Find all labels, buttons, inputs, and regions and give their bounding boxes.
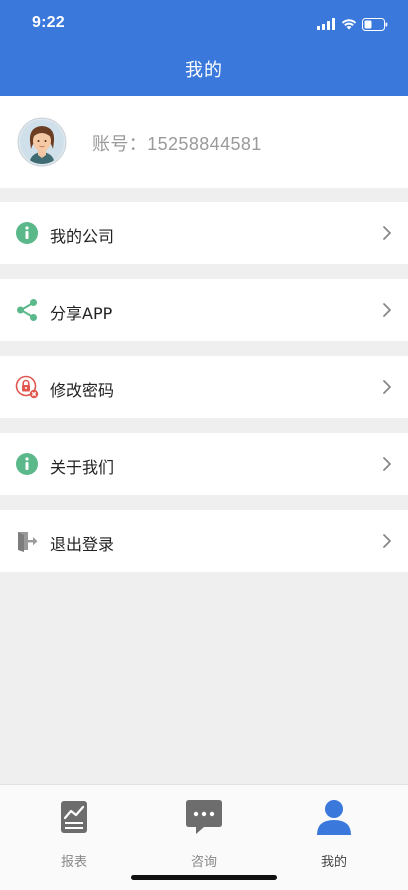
- tab-report[interactable]: 报表: [6, 785, 142, 890]
- menu-item-logout[interactable]: 退出登录: [0, 510, 408, 572]
- menu-item-label: 我的公司: [50, 227, 115, 246]
- chart-report-icon: [61, 801, 87, 833]
- battery-icon: [362, 17, 388, 31]
- status-icons: [317, 16, 388, 32]
- menu-item-change-password[interactable]: 修改密码: [0, 356, 408, 418]
- menu-item-label: 修改密码: [50, 381, 115, 400]
- exit-icon: [18, 532, 38, 552]
- menu-item-label: 退出登录: [50, 535, 115, 554]
- menu-item-label: 分享APP: [50, 304, 113, 323]
- chevron-right-icon: [383, 303, 391, 317]
- lock-icon: [15, 375, 39, 399]
- user-icon: [317, 800, 351, 835]
- signal-icon: [317, 18, 335, 30]
- wifi-icon: [341, 19, 357, 30]
- status-time: 9:22: [32, 14, 65, 31]
- chevron-right-icon: [383, 534, 391, 548]
- tab-label: 报表: [60, 855, 87, 870]
- info-icon: [16, 222, 38, 244]
- tab-label: 咨询: [190, 855, 217, 870]
- chevron-right-icon: [383, 226, 391, 240]
- chevron-right-icon: [383, 457, 391, 471]
- tab-label: 我的: [320, 855, 347, 870]
- info-icon: [16, 453, 38, 475]
- status-bar: 9:22: [0, 0, 408, 46]
- header: 9:22 我的: [0, 0, 408, 96]
- page-title: 我的: [185, 60, 223, 81]
- menu-item-my-company[interactable]: 我的公司: [0, 202, 408, 264]
- account-number: 账号：15258844581: [92, 134, 262, 154]
- tab-mine[interactable]: 我的: [266, 785, 402, 890]
- menu-item-about-us[interactable]: 关于我们: [0, 433, 408, 495]
- share-icon: [17, 299, 37, 321]
- app-screen: 9:22 我的 账号：15258844581 我的公司 分享APP 修改密码 关…: [0, 0, 408, 890]
- home-indicator[interactable]: [131, 875, 277, 880]
- menu-item-label: 关于我们: [50, 458, 115, 477]
- chevron-right-icon: [383, 380, 391, 394]
- chat-bubble-icon: [186, 800, 222, 834]
- avatar: [17, 117, 67, 167]
- profile-card[interactable]: 账号：15258844581: [0, 96, 408, 188]
- menu-item-share-app[interactable]: 分享APP: [0, 279, 408, 341]
